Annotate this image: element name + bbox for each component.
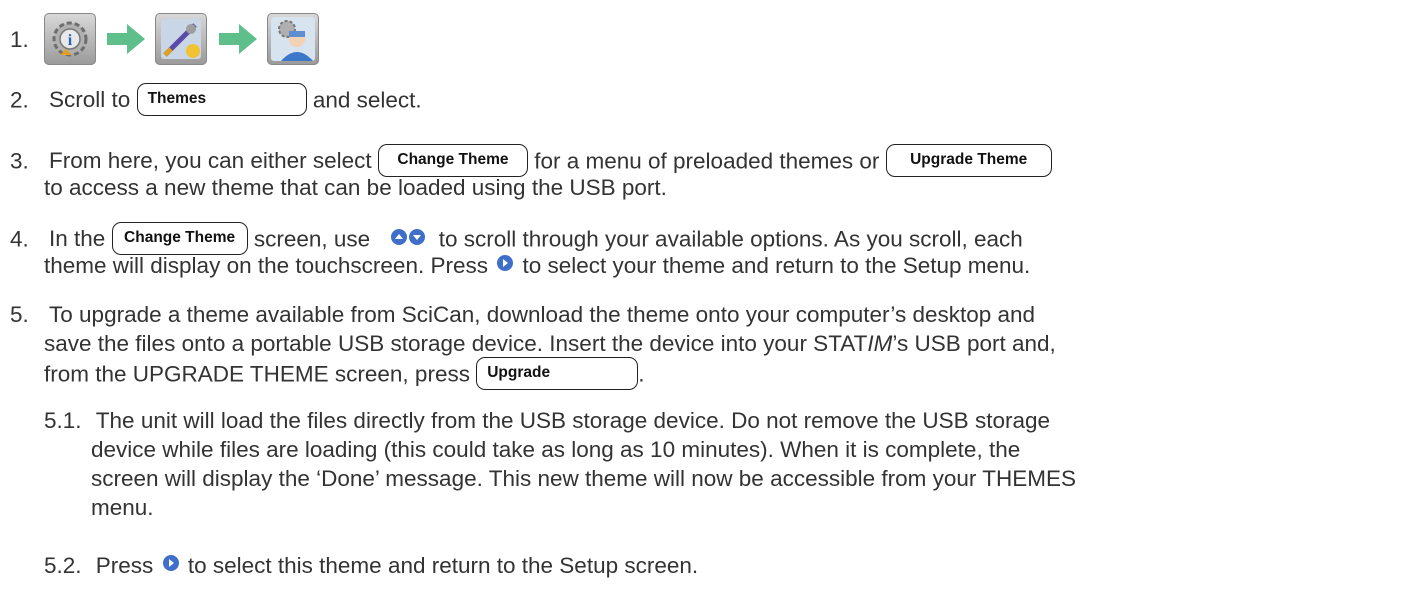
step-5-1-line-3: screen will display the ‘Done’ message. … [91, 466, 1076, 491]
theme-paint-icon[interactable] [155, 13, 207, 65]
step-text: To upgrade a theme available from SciCan… [49, 302, 1036, 327]
step-text: ’s USB port and, [892, 331, 1056, 356]
step-text: The unit will load the files directly fr… [95, 408, 1050, 433]
step-text-italic: IM [867, 331, 893, 356]
step-text: save the files onto a portable USB stora… [44, 331, 868, 356]
step-text: From here, you can either select [49, 148, 372, 174]
step-number: 4. [10, 226, 29, 252]
step-text: screen, use [253, 226, 371, 252]
step-text: Scroll to [49, 87, 131, 113]
step-number: 2. [10, 87, 29, 113]
step-5: 5. To upgrade a theme available from Sci… [10, 301, 1035, 329]
step-text: to select your theme and return to the S… [522, 253, 1031, 278]
step-text: In the [49, 226, 106, 252]
step-text: from the UPGRADE THEME screen, press [44, 361, 470, 387]
step-number: 5. [10, 302, 29, 327]
step-text: to scroll through your available options… [438, 226, 1023, 252]
step-2: 2. Scroll to Themes and select. [10, 83, 422, 118]
step-3-continued: to access a new theme that can be loaded… [44, 175, 667, 200]
step-1: 1. [10, 26, 29, 54]
svg-text:i: i [68, 32, 73, 49]
step-number: 5.1. [44, 408, 82, 433]
change-theme-button[interactable]: Change Theme [377, 144, 528, 177]
step-5-line-2: save the files onto a portable USB stora… [44, 330, 1056, 358]
select-next-icon[interactable] [162, 551, 180, 579]
setup-user-gear-icon[interactable] [267, 13, 319, 65]
arrow-right-icon [107, 24, 145, 54]
step-5-line-3: from the UPGRADE THEME screen, press Upg… [44, 357, 645, 392]
step-number: 5.2. [44, 553, 82, 578]
step-text: . [638, 361, 645, 387]
step-4-continued: theme will display on the touchscreen. P… [44, 252, 1030, 281]
step-number: 1. [10, 27, 29, 52]
upgrade-theme-button[interactable]: Upgrade Theme [885, 144, 1052, 177]
step-text: to select this theme and return to the S… [187, 553, 699, 578]
step-5-1: 5.1. The unit will load the files direct… [44, 407, 1050, 435]
step-text: and select. [312, 87, 422, 113]
upgrade-button[interactable]: Upgrade [476, 357, 639, 390]
step-text: theme will display on the touchscreen. P… [44, 253, 488, 278]
themes-button[interactable]: Themes [136, 83, 307, 116]
step-5-1-line-4: menu. [91, 495, 154, 520]
settings-info-gear-icon[interactable]: i [44, 13, 96, 65]
step-text: Press [95, 553, 154, 578]
step-5-2: 5.2. Press to select this theme and retu… [44, 552, 698, 581]
select-next-icon[interactable] [496, 251, 514, 279]
step-number: 3. [10, 148, 29, 174]
scroll-up-down-icon[interactable] [390, 225, 426, 253]
step-text: for a menu of preloaded themes or [534, 148, 880, 174]
change-theme-button[interactable]: Change Theme [111, 222, 248, 255]
arrow-right-icon [219, 24, 257, 54]
step-5-1-line-2: device while files are loading (this cou… [91, 437, 1021, 462]
